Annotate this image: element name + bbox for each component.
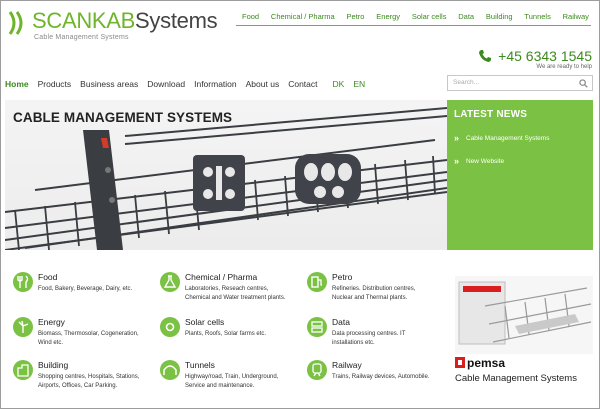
lang-en[interactable]: EN [353,79,365,89]
category-description: Highway/road, Train, Underground, Service… [185,374,279,389]
category-description: Data processing centres. IT installations… [332,331,406,346]
product-photo [455,276,593,354]
phone-icon [479,50,492,62]
category-title: Chemical / Pharma [185,272,258,282]
category-title: Data [332,317,350,327]
category-title: Building [38,360,69,370]
category-description: Plants, Roofs, Solar farms etc. [185,331,267,337]
category-description: Trains, Railway devices, Automobile. [332,374,430,380]
category-food[interactable]: Food Food, Bakery, Beverage, Dairy, etc. [13,272,158,308]
main-navigation: Home Products Business areas Download In… [5,79,365,89]
phone-contact: +45 6343 1545 We are ready to help [479,48,592,70]
fuel-pump-icon [307,272,327,292]
latest-news-panel: LATEST NEWS » Cable Management Systems » N… [447,100,593,250]
topnav-data[interactable]: Data [458,12,474,21]
news-item-cable-management[interactable]: » Cable Management Systems [454,133,549,143]
nav-contact[interactable]: Contact [288,79,317,89]
phone-number[interactable]: +45 6343 1545 [479,48,592,64]
category-description: Food, Bakery, Beverage, Dairy, etc. [38,286,133,292]
category-description: Laboratories, Reseach centres, Chemical a… [185,286,286,301]
flask-icon [160,272,180,292]
topnav-solar-cells[interactable]: Solar cells [412,12,447,21]
category-description: Biomass, Thermosolar, Cogeneration, Wind … [38,331,139,346]
hero-title: CABLE MANAGEMENT SYSTEMS [13,110,233,125]
logo-tagline: Cable Management Systems [34,34,129,41]
nav-home[interactable]: Home [5,79,29,89]
category-data[interactable]: Data Data processing centres. IT installa… [307,317,452,353]
topnav-petro[interactable]: Petro [347,12,365,21]
search-input[interactable]: Search... [447,75,593,91]
category-solar-cells[interactable]: Solar cells Plants, Roofs, Solar farms e… [160,317,305,353]
category-description: Refineries. Distribution centres, Nuclear… [332,286,416,301]
tunnel-icon [160,360,180,380]
latest-news-title: LATEST NEWS [454,109,528,120]
topnav-railway[interactable]: Railway [563,12,589,21]
topnav-chemical-pharma[interactable]: Chemical / Pharma [271,12,335,21]
pemsa-logo-icon [455,357,465,368]
search-placeholder: Search... [453,79,480,86]
hero-banner: CABLE MANAGEMENT SYSTEMS [5,100,447,250]
lang-dk[interactable]: DK [333,79,345,89]
nav-business-areas[interactable]: Business areas [80,79,138,89]
category-description: Shopping centres, Hospitals, Stations, Ai… [38,374,140,389]
sun-icon [160,317,180,337]
category-energy[interactable]: Energy Biomass, Thermosolar, Cogeneratio… [13,317,158,353]
nav-information[interactable]: Information [194,79,237,89]
pemsa-logo: pemsa [455,356,505,370]
category-title: Railway [332,360,362,370]
category-title: Food [38,272,58,282]
category-title: Solar cells [185,317,225,327]
food-icon [13,272,33,292]
topnav-energy[interactable]: Energy [376,12,400,21]
building-icon [13,360,33,380]
category-petro[interactable]: Petro Refineries. Distribution centres, N… [307,272,452,308]
category-building[interactable]: Building Shopping centres, Hospitals, St… [13,360,158,396]
pemsa-subtitle: Cable Management Systems [455,373,577,384]
logo-mark-icon [8,11,23,35]
server-icon [307,317,327,337]
nav-products[interactable]: Products [38,79,72,89]
train-icon [307,360,327,380]
top-navigation: Food Chemical / Pharma Petro Energy Sola… [236,8,591,26]
category-chemical-pharma[interactable]: Chemical / Pharma Laboratories, Reseach … [160,272,305,308]
pemsa-advertisement[interactable]: pemsa Cable Management Systems [455,276,595,402]
category-title: Tunnels [185,360,215,370]
topnav-food[interactable]: Food [242,12,259,21]
phone-subtitle: We are ready to help [536,64,592,70]
double-chevron-icon: » [454,133,460,143]
news-item-new-website[interactable]: » New Website [454,156,504,166]
nav-about-us[interactable]: About us [246,79,280,89]
logo-text: SCANKABSystems [32,8,218,33]
double-chevron-icon: » [454,156,460,166]
nav-download[interactable]: Download [147,79,185,89]
category-title: Energy [38,317,65,327]
category-title: Petro [332,272,353,282]
search-icon[interactable] [579,79,588,88]
category-railway[interactable]: Railway Trains, Railway devices, Automob… [307,360,452,396]
wind-turbine-icon [13,317,33,337]
topnav-tunnels[interactable]: Tunnels [524,12,550,21]
category-tunnels[interactable]: Tunnels Highway/road, Train, Underground… [160,360,305,396]
topnav-building[interactable]: Building [486,12,513,21]
